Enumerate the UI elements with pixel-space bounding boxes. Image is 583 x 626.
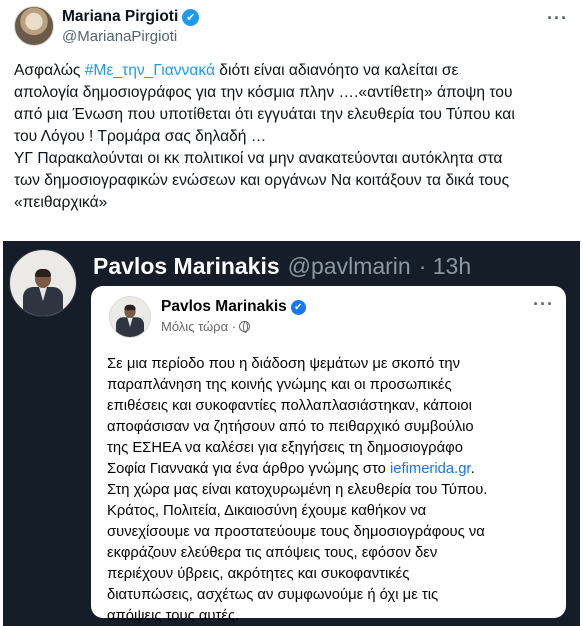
- facebook-post-line: Σε μια περίοδο που η διάδοση ψεμάτων με …: [107, 356, 460, 372]
- tweet-line: του Λόγου ! Τρομάρα σας δηλαδή …: [14, 128, 267, 145]
- tweet-line: των δημοσιογραφικών ενώσεων και οργάνων …: [14, 172, 510, 189]
- author-handle[interactable]: @MarianaPirgioti: [62, 28, 177, 45]
- tweet-header: Mariana Pirgioti ✔ @MarianaPirgioti ···: [14, 6, 574, 50]
- embedded-author-avatar: [9, 249, 77, 317]
- embedded-name-row: Pavlos Marinakis @pavlmarin · 13h: [93, 253, 471, 280]
- facebook-verified-icon: ✔: [290, 299, 306, 315]
- hashtag-link[interactable]: #Με_την_Γιαννακά: [85, 62, 215, 79]
- facebook-post-line: διατυπώσεις, ασχέτως αν συμφωνούμε ή όχι…: [107, 587, 439, 603]
- globe-icon: [239, 321, 251, 333]
- embedded-handle: @pavlmarin: [287, 253, 411, 279]
- facebook-post-line: εκφράζουν ελεύθερα τις απόψεις τους, εφό…: [107, 545, 438, 561]
- facebook-author-name: Pavlos Marinakis: [161, 298, 287, 315]
- facebook-author-avatar: [109, 296, 151, 338]
- embedded-screenshot-image[interactable]: Pavlos Marinakis @pavlmarin · 13h Pavlos…: [3, 241, 580, 626]
- facebook-post-line: απόψεις τους αυτές.: [107, 608, 240, 624]
- embedded-timestamp: · 13h: [418, 253, 472, 279]
- facebook-post-text: Σε μια περίοδο που η διάδοση ψεμάτων με …: [107, 354, 555, 626]
- more-options-icon[interactable]: ···: [547, 8, 568, 29]
- author-display-name[interactable]: Mariana Pirgioti: [62, 8, 178, 26]
- tweet-line: «πειθαρχικά»: [14, 194, 108, 211]
- facebook-post-meta: Μόλις τώρα ·: [161, 319, 251, 334]
- facebook-post-card: Pavlos Marinakis ✔ Μόλις τώρα · ··· Σε μ…: [91, 286, 566, 624]
- facebook-name-row: Pavlos Marinakis ✔: [161, 298, 306, 316]
- facebook-post-line: περιέχουν ύβρεις, ακρότητες και συκοφαντ…: [107, 566, 410, 582]
- embedded-display-name: Pavlos Marinakis: [93, 253, 280, 279]
- person-figure: [23, 269, 63, 316]
- author-avatar[interactable]: [14, 6, 54, 46]
- author-name-row: Mariana Pirgioti ✔: [62, 8, 200, 26]
- facebook-post-line: συνεχίσουμε να προστατεύουμε τους δημοσι…: [107, 524, 485, 540]
- verified-badge-icon: ✔: [182, 8, 200, 26]
- person-figure: [116, 304, 144, 337]
- facebook-post-time: Μόλις τώρα ·: [161, 319, 237, 334]
- facebook-post-line: αποφάσισαν να ζητήσουν από το πειθαρχικό…: [107, 419, 474, 435]
- tweet-line: απολογία δημοσιογράφος για την κόσμια πλ…: [14, 84, 513, 101]
- facebook-post-line: Κράτος, Πολιτεία, Δικαιοσύνη έχουμε καθή…: [107, 503, 427, 519]
- facebook-post-line: επιθέσεις και συκοφαντίες πολλαπλασιάστη…: [107, 398, 472, 414]
- facebook-post-line: Σοφία Γιαννακά για ένα άρθρο γνώμης στο …: [107, 461, 475, 477]
- iefimerida-link: iefimerida.gr: [389, 461, 471, 477]
- facebook-post-line: παραπλάνηση της κοινής γνώμης και οι προ…: [107, 377, 452, 393]
- tweet-text: Ασφαλώς #Με_την_Γιαννακά διότι είναι αδι…: [14, 60, 570, 214]
- tweet-line: από μια Ένωση που υποτίθεται ότι εγγυάτα…: [14, 106, 515, 123]
- tweet-line: ΥΓ Παρακαλούνται οι κκ πολιτικοί να μην …: [14, 150, 503, 167]
- tweet-line: Ασφαλώς #Με_την_Γιαννακά διότι είναι αδι…: [14, 62, 459, 79]
- facebook-more-icon: ···: [533, 294, 554, 314]
- facebook-post-line: Στη χώρα μας είναι κατοχυρωμένη η ελευθε…: [107, 482, 488, 498]
- facebook-post-line: της ΕΣΗΕΑ να καλέσει για εξηγήσεις τη δη…: [107, 440, 463, 456]
